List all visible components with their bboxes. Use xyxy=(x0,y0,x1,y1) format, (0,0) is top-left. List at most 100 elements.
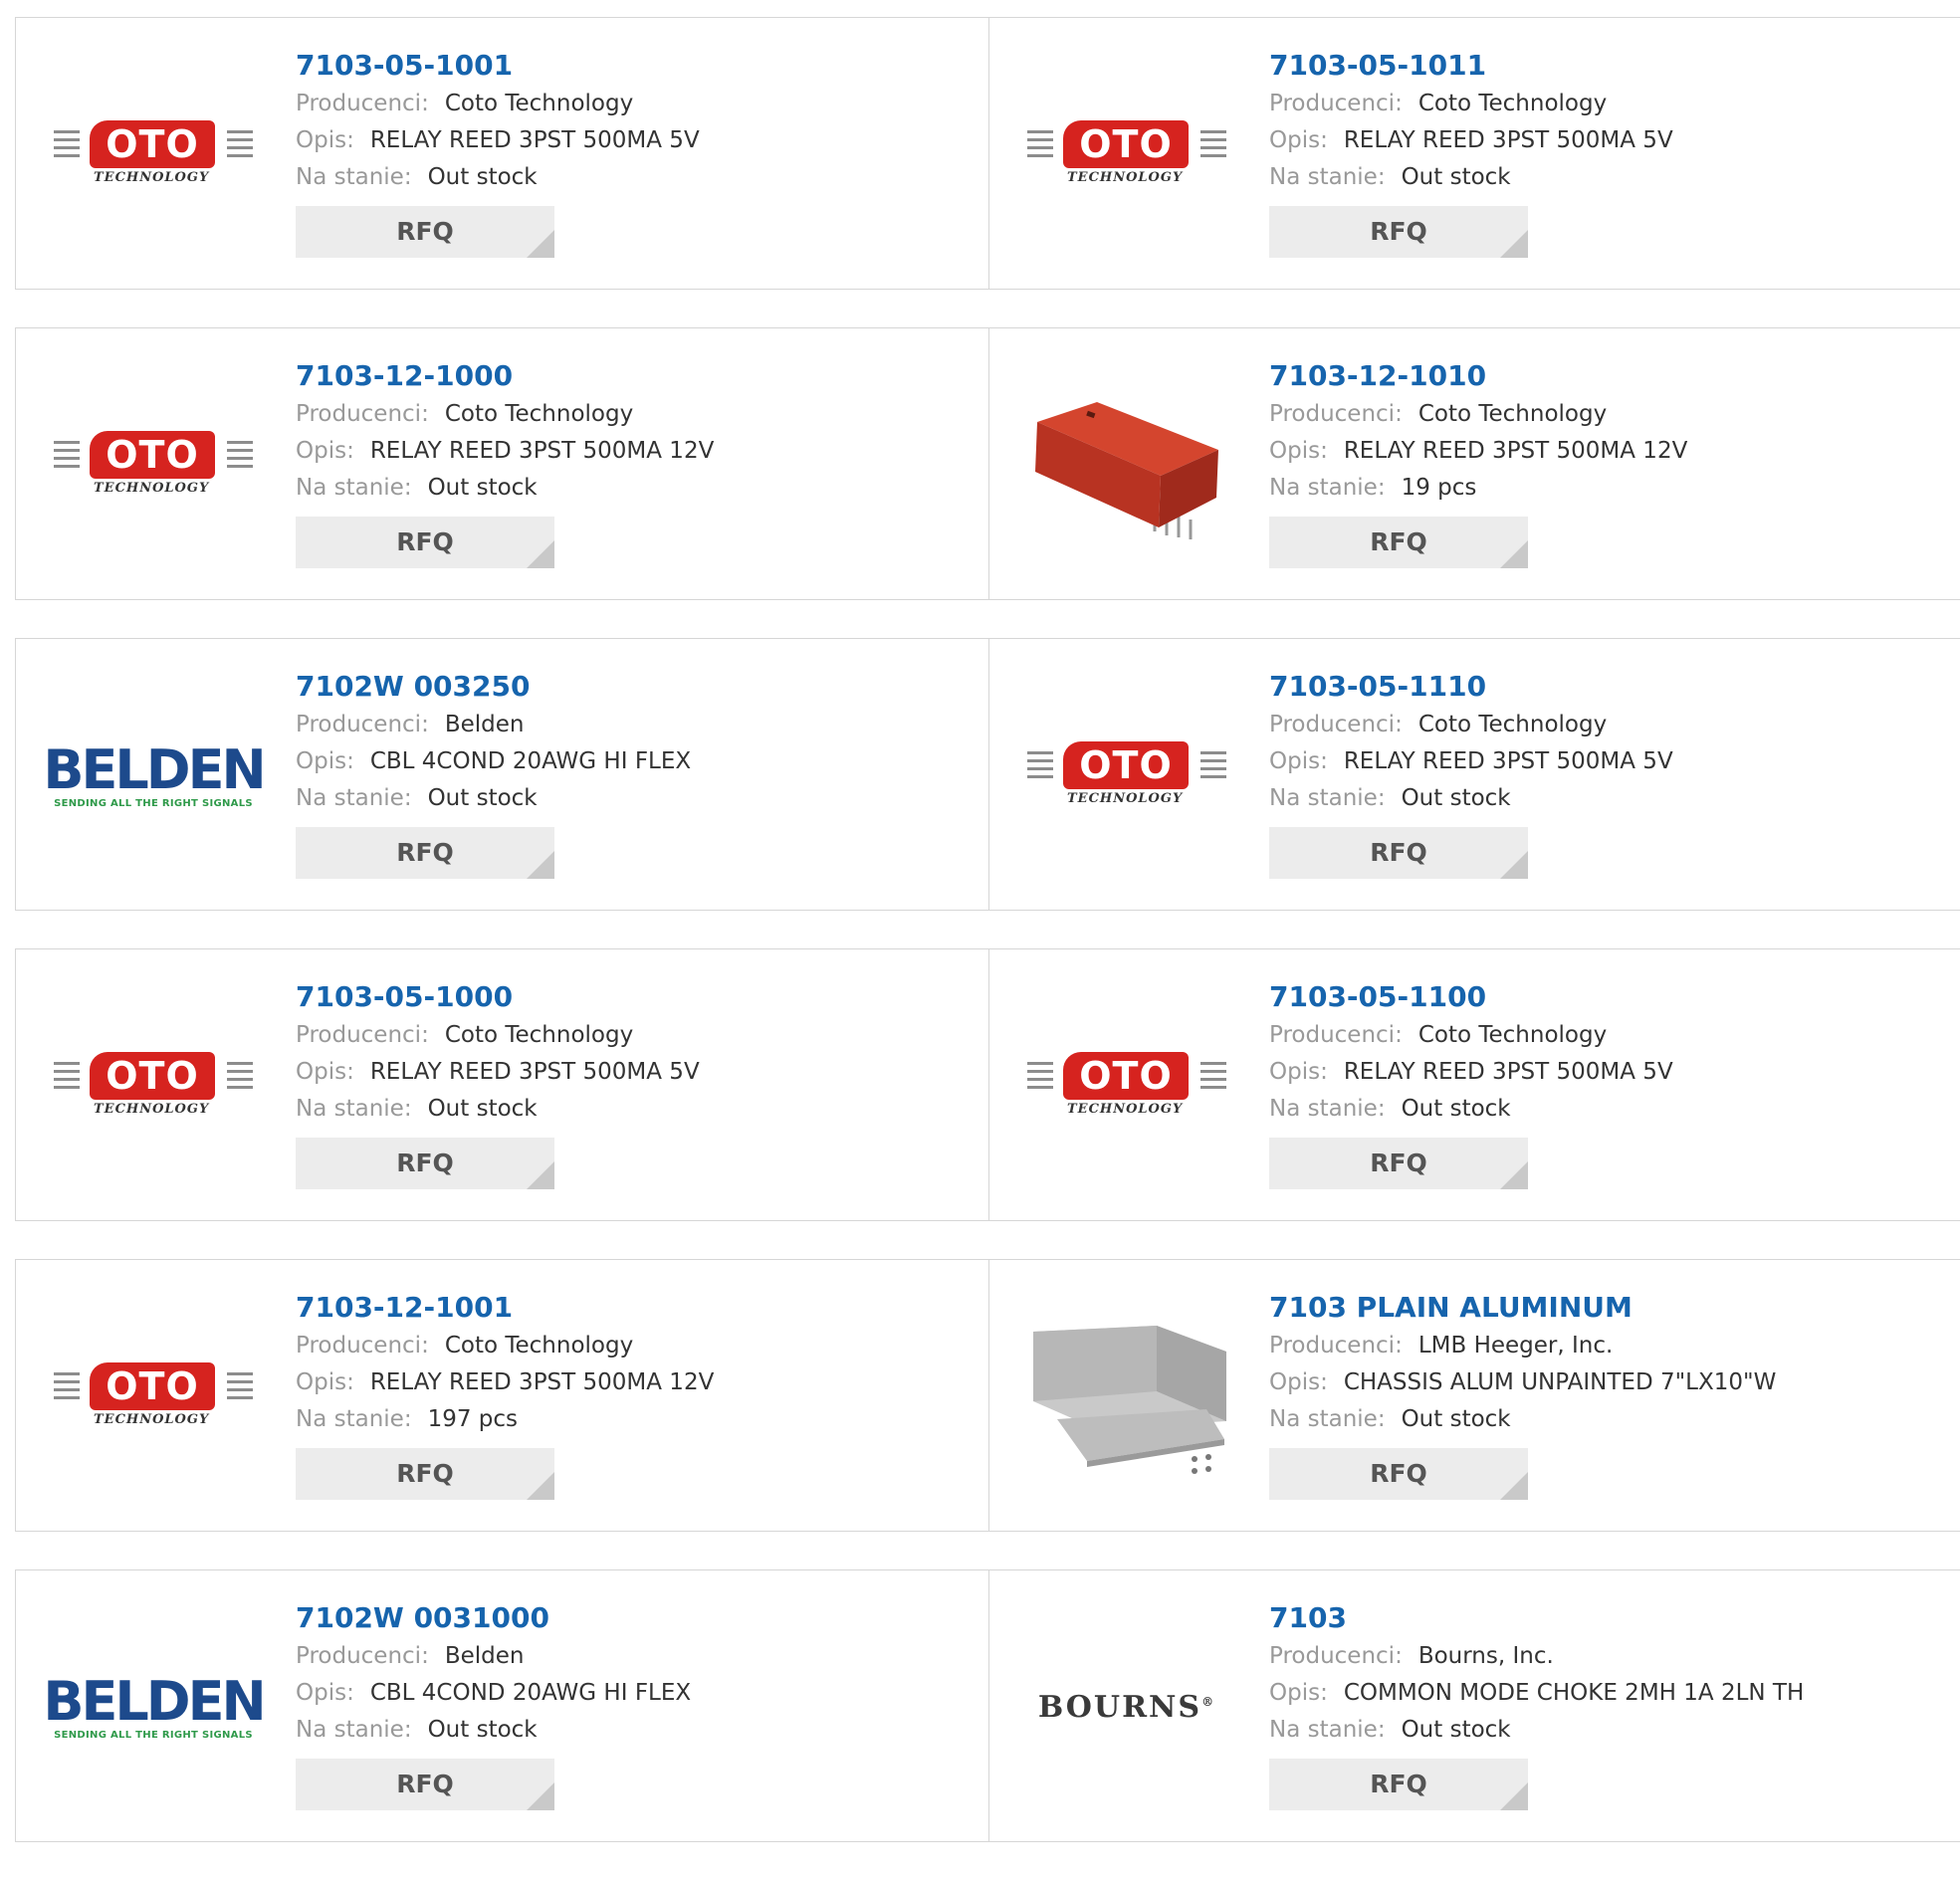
product-image[interactable] xyxy=(1027,380,1226,549)
product-row: OTO TECHNOLOGY 7103-12-1001 Producenci: Coto… xyxy=(15,1259,1960,1532)
description-label: Opis: xyxy=(1269,438,1328,464)
rfq-label: RFQ xyxy=(396,527,454,556)
manufacturer-label: Producenci: xyxy=(1269,1643,1403,1669)
description-label: Opis: xyxy=(1269,127,1328,153)
product-image[interactable] xyxy=(1027,1312,1226,1481)
product-image[interactable]: BOURNS® xyxy=(1027,1622,1226,1791)
description-row: Opis: CBL 4COND 20AWG HI FLEX xyxy=(296,743,979,780)
product-grid: OTO TECHNOLOGY 7103-05-1001 Producenci: Coto… xyxy=(15,17,1960,1880)
product-row: OTO TECHNOLOGY 7103-12-1000 Producenci: Coto… xyxy=(15,327,1960,600)
part-number-link[interactable]: 7103-12-1001 xyxy=(296,1288,979,1328)
description-value: RELAY REED 3PST 500MA 12V xyxy=(1343,438,1688,464)
description-value: CBL 4COND 20AWG HI FLEX xyxy=(369,1680,692,1706)
rfq-label: RFQ xyxy=(396,217,454,246)
part-number-link[interactable]: 7103-05-1000 xyxy=(296,977,979,1017)
description-row: Opis: RELAY REED 3PST 500MA 5V xyxy=(1269,1054,1951,1091)
product-card: 7103-12-1010 Producenci: Coto Technology Op… xyxy=(988,328,1960,599)
description-label: Opis: xyxy=(1269,748,1328,774)
description-value: COMMON MODE CHOKE 2MH 1A 2LN TH xyxy=(1343,1680,1805,1706)
description-label: Opis: xyxy=(296,1369,354,1395)
stock-label: Na stanie: xyxy=(296,1406,412,1432)
manufacturer-value: Coto Technology xyxy=(1417,401,1608,427)
belden-logo: BELDEN SENDING ALL THE RIGHT SIGNALS xyxy=(43,737,266,809)
product-image[interactable]: BELDEN SENDING ALL THE RIGHT SIGNALS xyxy=(43,691,266,860)
product-image[interactable]: OTO TECHNOLOGY xyxy=(54,1001,253,1170)
manufacturer-label: Producenci: xyxy=(1269,1022,1403,1048)
rfq-button[interactable]: RFQ xyxy=(296,827,554,879)
product-image[interactable]: OTO TECHNOLOGY xyxy=(54,380,253,549)
stock-row: Na stanie: Out stock xyxy=(1269,1091,1951,1128)
description-row: Opis: RELAY REED 3PST 500MA 12V xyxy=(296,433,979,470)
rfq-button[interactable]: RFQ xyxy=(296,206,554,258)
rfq-label: RFQ xyxy=(1370,217,1427,246)
manufacturer-row: Producenci: Coto Technology xyxy=(296,1328,979,1364)
stock-label: Na stanie: xyxy=(296,164,412,190)
stock-value: Out stock xyxy=(427,1717,538,1743)
rfq-label: RFQ xyxy=(396,1149,454,1177)
description-row: Opis: COMMON MODE CHOKE 2MH 1A 2LN TH xyxy=(1269,1675,1951,1712)
part-number-link[interactable]: 7103-12-1000 xyxy=(296,356,979,396)
rfq-button[interactable]: RFQ xyxy=(1269,206,1528,258)
manufacturer-value: Coto Technology xyxy=(444,91,634,116)
corner-decoration xyxy=(527,1472,554,1500)
description-row: Opis: CBL 4COND 20AWG HI FLEX xyxy=(296,1675,979,1712)
stock-label: Na stanie: xyxy=(296,1717,412,1743)
manufacturer-row: Producenci: Belden xyxy=(296,707,979,743)
description-row: Opis: RELAY REED 3PST 500MA 5V xyxy=(296,122,979,159)
part-number-link[interactable]: 7103-05-1011 xyxy=(1269,46,1951,86)
rfq-button[interactable]: RFQ xyxy=(1269,1448,1528,1500)
rfq-button[interactable]: RFQ xyxy=(296,1448,554,1500)
product-card: BOURNS® 7103 Producenci: Bourns, Inc. Opis: C… xyxy=(988,1570,1960,1841)
part-number-link[interactable]: 7103 PLAIN ALUMINUM xyxy=(1269,1288,1951,1328)
product-image[interactable]: OTO TECHNOLOGY xyxy=(1027,1001,1226,1170)
part-number-link[interactable]: 7103-12-1010 xyxy=(1269,356,1951,396)
coto-logo: OTO TECHNOLOGY xyxy=(1027,114,1226,194)
rfq-button[interactable]: RFQ xyxy=(1269,1138,1528,1189)
rfq-button[interactable]: RFQ xyxy=(1269,827,1528,879)
part-number-link[interactable]: 7102W 0031000 xyxy=(296,1598,979,1638)
rfq-button[interactable]: RFQ xyxy=(1269,1759,1528,1810)
manufacturer-value: Coto Technology xyxy=(1417,91,1608,116)
manufacturer-value: Belden xyxy=(444,712,525,737)
product-image[interactable]: OTO TECHNOLOGY xyxy=(1027,70,1226,239)
rfq-button[interactable]: RFQ xyxy=(296,1138,554,1189)
corner-decoration xyxy=(527,1782,554,1810)
manufacturer-label: Producenci: xyxy=(1269,1333,1403,1358)
part-number-link[interactable]: 7103-05-1001 xyxy=(296,46,979,86)
manufacturer-row: Producenci: Coto Technology xyxy=(296,396,979,433)
product-image[interactable]: OTO TECHNOLOGY xyxy=(1027,691,1226,860)
rfq-label: RFQ xyxy=(1370,838,1427,867)
description-value: RELAY REED 3PST 500MA 12V xyxy=(369,438,715,464)
stock-value: Out stock xyxy=(427,164,538,190)
description-label: Opis: xyxy=(296,1680,354,1706)
coto-logo: OTO TECHNOLOGY xyxy=(54,1046,253,1126)
coto-logo: OTO TECHNOLOGY xyxy=(54,114,253,194)
manufacturer-row: Producenci: Coto Technology xyxy=(1269,1017,1951,1054)
stock-row: Na stanie: Out stock xyxy=(296,780,979,817)
manufacturer-row: Producenci: Coto Technology xyxy=(1269,707,1951,743)
product-image[interactable]: OTO TECHNOLOGY xyxy=(54,1312,253,1481)
stock-row: Na stanie: 197 pcs xyxy=(296,1401,979,1438)
part-number-link[interactable]: 7103-05-1100 xyxy=(1269,977,1951,1017)
manufacturer-value: Coto Technology xyxy=(444,1022,634,1048)
rfq-label: RFQ xyxy=(396,1459,454,1488)
part-number-link[interactable]: 7103-05-1110 xyxy=(1269,667,1951,707)
part-number-link[interactable]: 7103 xyxy=(1269,1598,1951,1638)
stock-value: 19 pcs xyxy=(1401,475,1477,501)
rfq-button[interactable]: RFQ xyxy=(296,1759,554,1810)
rfq-button[interactable]: RFQ xyxy=(1269,517,1528,568)
manufacturer-label: Producenci: xyxy=(296,1333,429,1358)
stock-row: Na stanie: Out stock xyxy=(1269,1401,1951,1438)
stock-label: Na stanie: xyxy=(296,785,412,811)
manufacturer-value: Belden xyxy=(444,1643,525,1669)
product-image[interactable]: BELDEN SENDING ALL THE RIGHT SIGNALS xyxy=(43,1622,266,1791)
part-number-link[interactable]: 7102W 003250 xyxy=(296,667,979,707)
stock-value: Out stock xyxy=(427,785,538,811)
coto-logo: OTO TECHNOLOGY xyxy=(54,1357,253,1436)
stock-row: Na stanie: Out stock xyxy=(1269,1712,1951,1749)
manufacturer-value: Bourns, Inc. xyxy=(1417,1643,1554,1669)
manufacturer-value: LMB Heeger, Inc. xyxy=(1417,1333,1614,1358)
rfq-button[interactable]: RFQ xyxy=(296,517,554,568)
description-label: Opis: xyxy=(296,127,354,153)
product-image[interactable]: OTO TECHNOLOGY xyxy=(54,70,253,239)
